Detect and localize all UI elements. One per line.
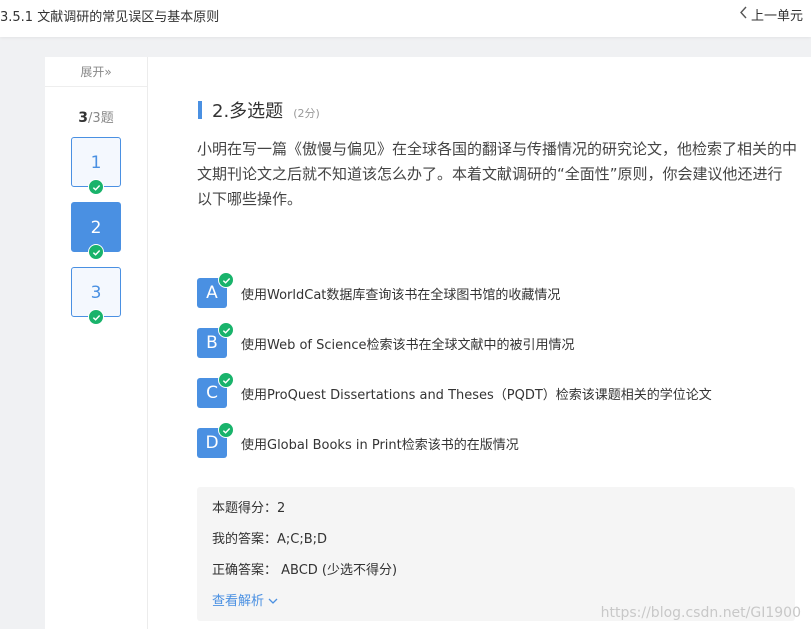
view-analysis-label: 查看解析: [212, 594, 265, 609]
question-type: 2.多选题: [212, 101, 284, 122]
question-nav-sidebar: 展开» 3/3题 1 2 3: [45, 57, 148, 629]
accent-bar: [198, 101, 202, 119]
my-answer-line: 我的答案：A;C;B;D: [212, 532, 328, 547]
unit-title: 3.5.1 文献调研的常见误区与基本原则: [0, 10, 220, 25]
option-c[interactable]: C 使用ProQuest Dissertations and Theses（PQ…: [197, 372, 797, 409]
question-stem: 小明在写一篇《傲慢与偏见》在全球各国的翻译与传播情况的研究论文，他检索了相关的中…: [197, 140, 798, 208]
option-a[interactable]: A 使用WorldCat数据库查询该书在全球图书馆的收藏情况: [197, 272, 797, 309]
question-nav-number: 3: [90, 283, 102, 303]
check-circle-icon: [88, 179, 104, 195]
question-panel: 2.多选题 (2分) 小明在写一篇《傲慢与偏见》在全球各国的翻译与传播情况的研究…: [148, 57, 811, 629]
question-nav-number: 2: [90, 218, 102, 238]
option-letter: C: [197, 372, 234, 408]
option-text: 使用Global Books in Print检索该书的在版情况: [241, 437, 519, 453]
expand-toggle[interactable]: 展开»: [45, 57, 147, 87]
progress-current: 3: [78, 110, 89, 126]
option-letter-text: C: [206, 383, 218, 403]
correct-answer-line: 正确答案： ABCD (少选不得分): [212, 563, 398, 578]
check-circle-icon: [218, 422, 234, 438]
chevron-left-icon: [739, 6, 748, 23]
prev-unit-label: 上一单元: [750, 9, 803, 24]
question-header: 2.多选题 (2分): [198, 97, 320, 123]
check-circle-icon: [218, 322, 234, 338]
check-circle-icon: [88, 309, 104, 325]
view-analysis-link[interactable]: 查看解析: [212, 593, 278, 610]
option-text: 使用ProQuest Dissertations and Theses（PQDT…: [241, 387, 712, 403]
check-circle-icon: [218, 272, 234, 288]
answer-result-box: 本题得分：2 我的答案：A;C;B;D 正确答案： ABCD (少选不得分) 查…: [197, 487, 795, 621]
progress-total: /3题: [88, 111, 114, 126]
question-score: (2分): [293, 107, 320, 120]
question-nav-2[interactable]: 2: [71, 202, 121, 260]
check-circle-icon: [88, 244, 104, 260]
option-letter: B: [197, 322, 234, 358]
option-letter-text: B: [206, 333, 218, 353]
option-text: 使用WorldCat数据库查询该书在全球图书馆的收藏情况: [241, 287, 561, 303]
question-progress: 3/3题: [45, 107, 147, 126]
question-nav-number: 1: [90, 153, 102, 173]
option-b[interactable]: B 使用Web of Science检索该书在全球文献中的被引用情况: [197, 322, 797, 359]
option-letter: A: [197, 272, 234, 308]
check-circle-icon: [218, 372, 234, 388]
prev-unit-button[interactable]: 上一单元: [739, 5, 803, 24]
score-line: 本题得分：2: [212, 501, 286, 516]
option-letter: D: [197, 422, 234, 458]
question-nav-1[interactable]: 1: [71, 137, 121, 195]
chevron-down-icon: [268, 593, 278, 610]
option-letter-text: A: [206, 283, 218, 303]
option-d[interactable]: D 使用Global Books in Print检索该书的在版情况: [197, 422, 797, 459]
watermark: https://blog.csdn.net/GI1900: [600, 605, 801, 621]
option-text: 使用Web of Science检索该书在全球文献中的被引用情况: [241, 337, 575, 353]
question-nav-3[interactable]: 3: [71, 267, 121, 325]
top-bar: 3.5.1 文献调研的常见误区与基本原则 上一单元: [0, 0, 811, 37]
option-letter-text: D: [205, 433, 219, 453]
